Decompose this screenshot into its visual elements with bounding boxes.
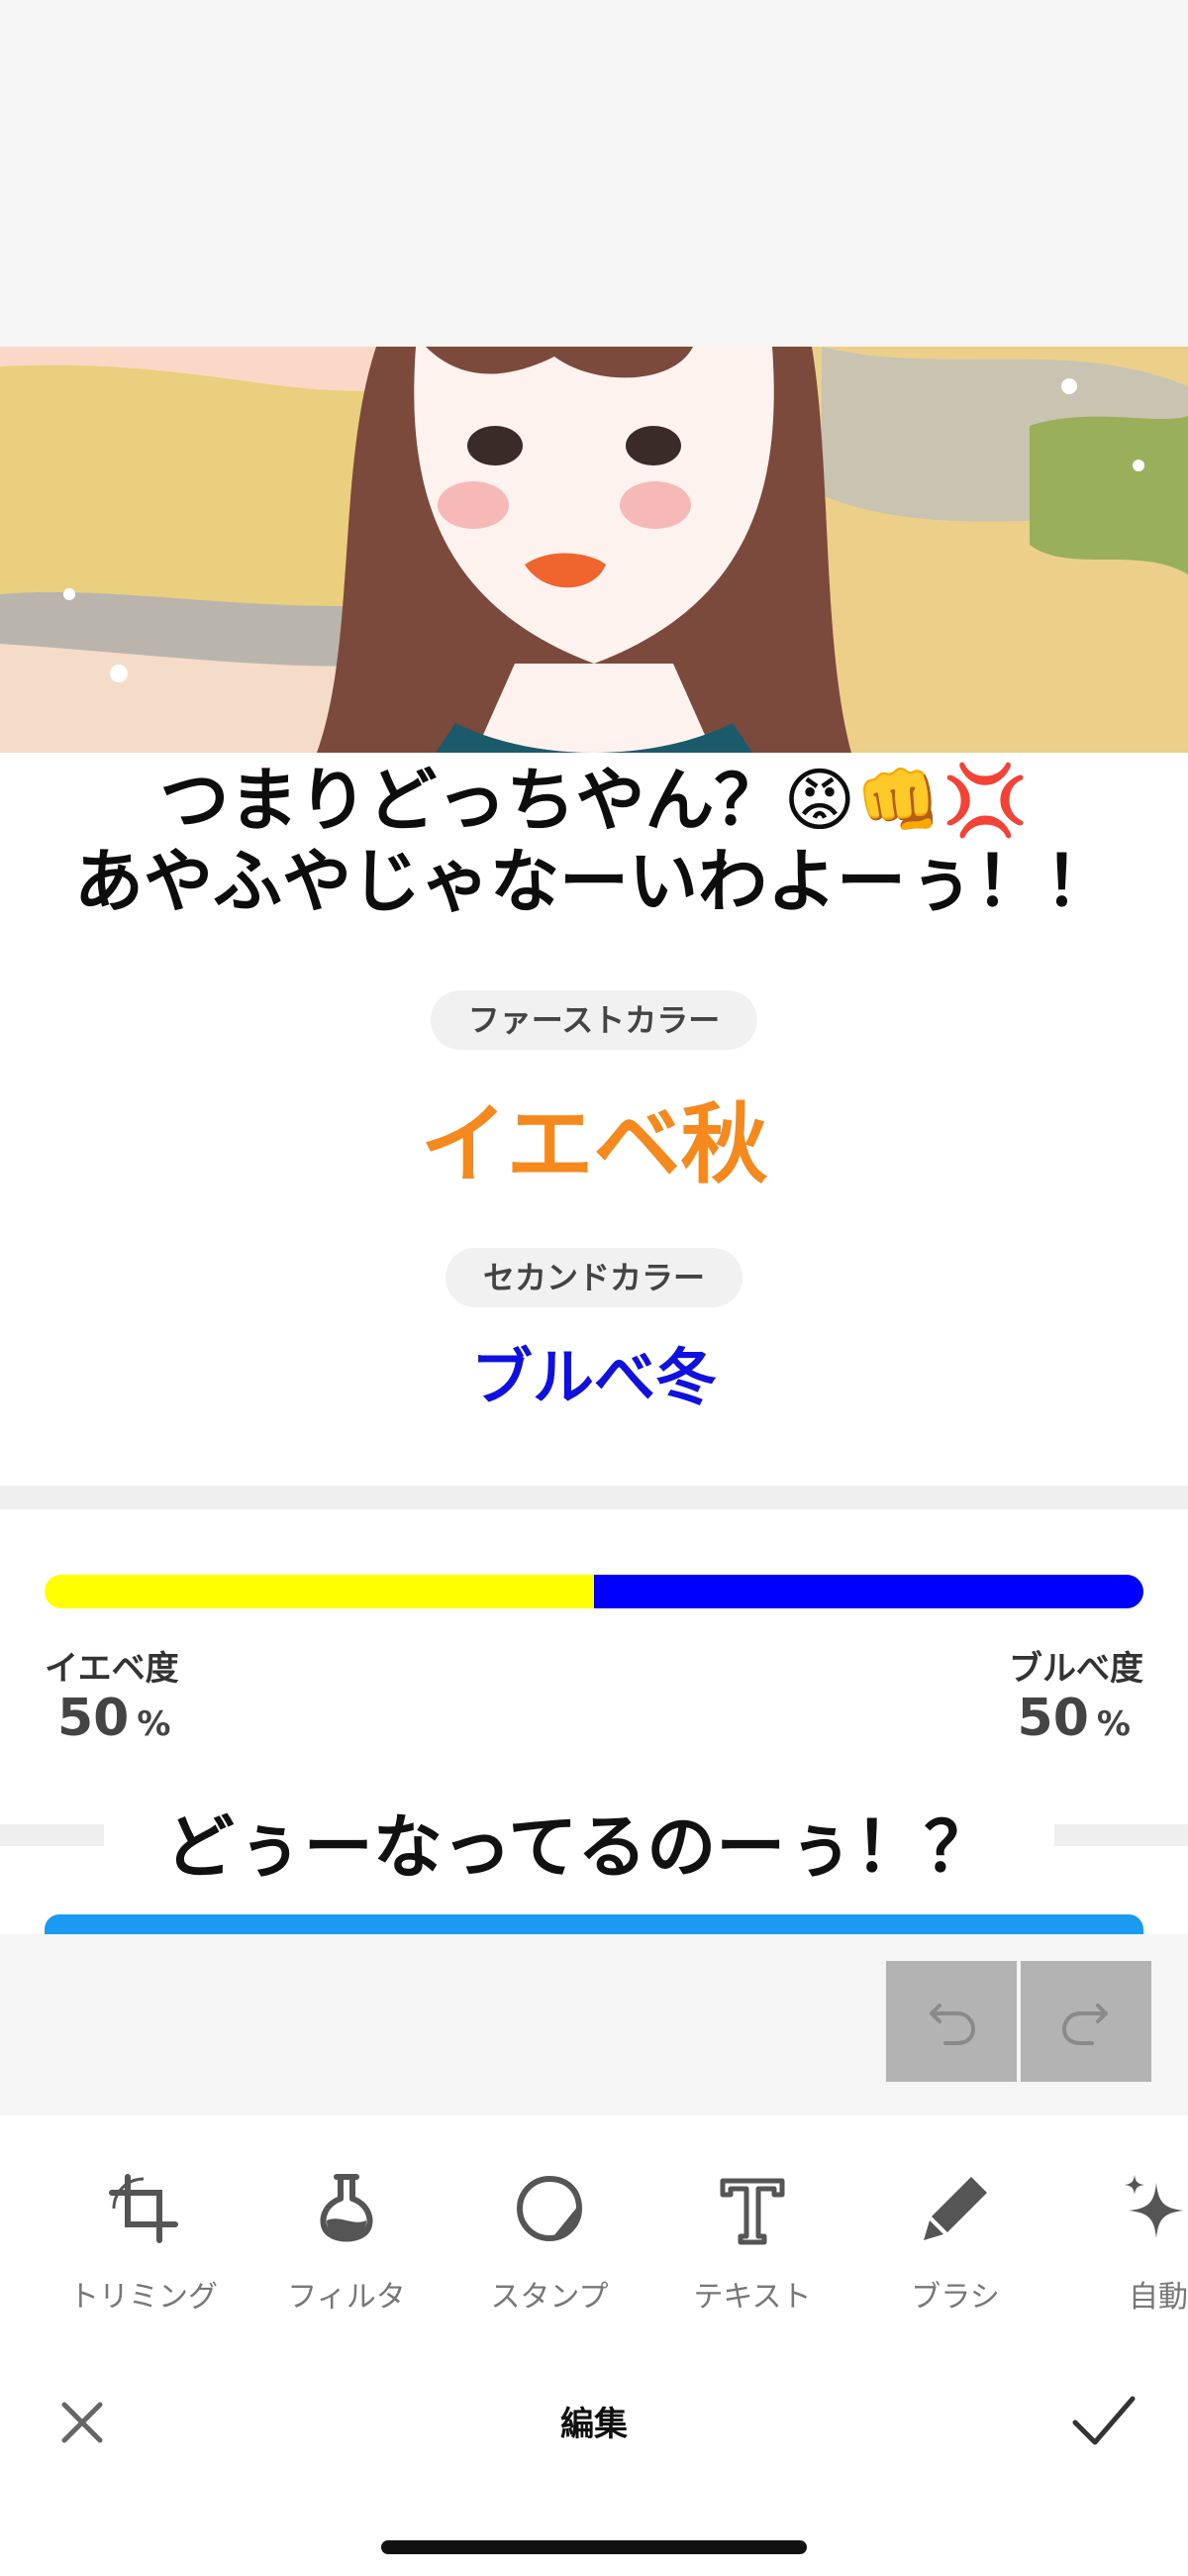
next-section-bar <box>45 1914 1143 1934</box>
tool-trimming[interactable]: トリミング <box>54 2169 233 2316</box>
tool-stamp[interactable]: スタンプ <box>460 2169 639 2316</box>
tool-brush[interactable]: ブラシ <box>866 2169 1044 2316</box>
yellow-degree-label: イエベ度 <box>45 1649 179 1689</box>
headline-line-2: あやふやじゃなーいわよーぅ！！ <box>74 841 1114 922</box>
confirm-button[interactable] <box>1069 2389 1138 2452</box>
tool-label: テキスト <box>693 2280 812 2315</box>
brush-icon <box>924 2177 987 2240</box>
redo-button[interactable] <box>1021 1961 1151 2082</box>
tool-label: ブラシ <box>911 2280 1000 2315</box>
crop-icon <box>109 2174 178 2243</box>
yellow-ratio-fill <box>45 1575 594 1608</box>
tool-auto[interactable]: 自動 <box>1069 2169 1188 2316</box>
section-divider <box>0 1486 1188 1509</box>
undo-icon <box>930 2004 976 2045</box>
sparkle-icon <box>1125 2175 1184 2238</box>
undo-button[interactable] <box>886 1961 1017 2082</box>
tool-label: トリミング <box>69 2280 218 2315</box>
tool-text[interactable]: テキスト <box>663 2169 842 2316</box>
filter-flask-icon <box>320 2174 373 2242</box>
sticker-icon <box>517 2175 583 2241</box>
tool-filter[interactable]: フィルタ <box>257 2169 436 2316</box>
headline-line-1: つまりどっちやん？😡👊💢 <box>159 760 1029 841</box>
blue-degree-label: ブルべ度 <box>1009 1649 1143 1689</box>
blue-degree-value: 50% <box>1017 1689 1131 1748</box>
yellow-degree-value: 50% <box>57 1689 171 1748</box>
tool-label: フィルタ <box>287 2280 406 2315</box>
color-ratio-bar <box>45 1575 1143 1608</box>
tool-label: 自動 <box>1129 2280 1188 2315</box>
screen-title: 編集 <box>560 2405 628 2444</box>
home-indicator <box>381 2540 807 2554</box>
second-color-label: セカンドカラー <box>445 1248 743 1307</box>
blue-ratio-fill <box>594 1575 1143 1608</box>
first-color-label: ファーストカラー <box>430 990 758 1050</box>
second-color-value: ブルべ冬 <box>470 1341 717 1413</box>
woman-illustration <box>0 347 1188 753</box>
text-icon <box>720 2178 785 2245</box>
first-color-value: イエベ秋 <box>420 1093 768 1195</box>
check-icon <box>1072 2396 1136 2445</box>
question-heading: どぅーなってるのーぅ！？ <box>104 1803 1054 1892</box>
edit-canvas[interactable]: つまりどっちやん？😡👊💢 あやふやじゃなーいわよーぅ！！ ファーストカラー イエ… <box>0 347 1188 1934</box>
redo-icon <box>1061 2004 1108 2045</box>
tool-label: スタンプ <box>490 2280 609 2315</box>
